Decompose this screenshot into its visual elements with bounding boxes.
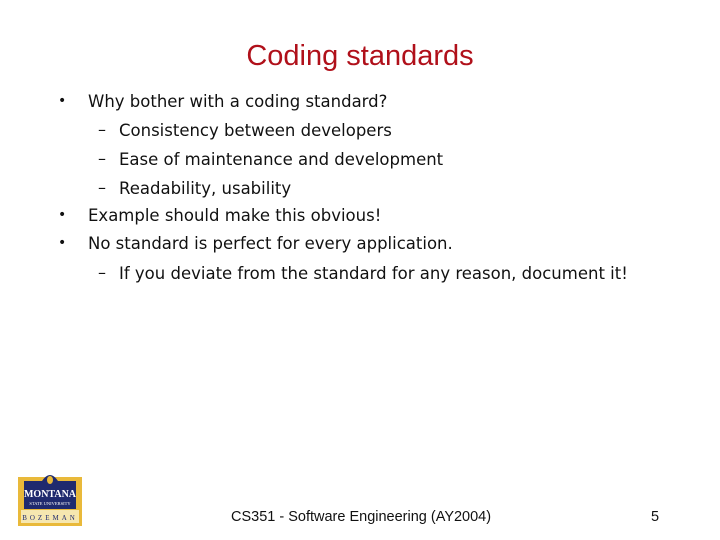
dash-icon: – (98, 263, 106, 282)
logo-line1: MONTANA (24, 489, 77, 500)
logo-line3: BOZEMAN (22, 514, 78, 522)
logo-line2: STATE UNIVERSITY (29, 501, 71, 506)
bullet-icon: • (58, 207, 67, 223)
bullet-item: Why bother with a coding standard? (88, 92, 388, 111)
sub-bullet-item: If you deviate from the standard for any… (119, 264, 628, 283)
sub-bullet-item: Ease of maintenance and development (119, 150, 444, 169)
dash-icon: – (98, 120, 106, 139)
bullet-item: No standard is perfect for every applica… (88, 234, 453, 253)
page-number: 5 (651, 509, 660, 525)
torch-icon (47, 476, 53, 484)
footer-course: CS351 - Software Engineering (AY2004) (231, 509, 492, 525)
montana-state-university-logo: MONTANA STATE UNIVERSITY BOZEMAN (18, 475, 82, 526)
sub-bullet-item: Consistency between developers (119, 121, 392, 140)
slide-title: Coding standards (246, 40, 474, 72)
slide: Coding standards • Why bother with a cod… (0, 0, 720, 540)
bullet-icon: • (58, 93, 67, 109)
bullet-item: Example should make this obvious! (88, 206, 382, 225)
bullet-icon: • (58, 235, 67, 251)
sub-bullet-item: Readability, usability (119, 179, 292, 198)
dash-icon: – (98, 178, 106, 197)
dash-icon: – (98, 149, 106, 168)
